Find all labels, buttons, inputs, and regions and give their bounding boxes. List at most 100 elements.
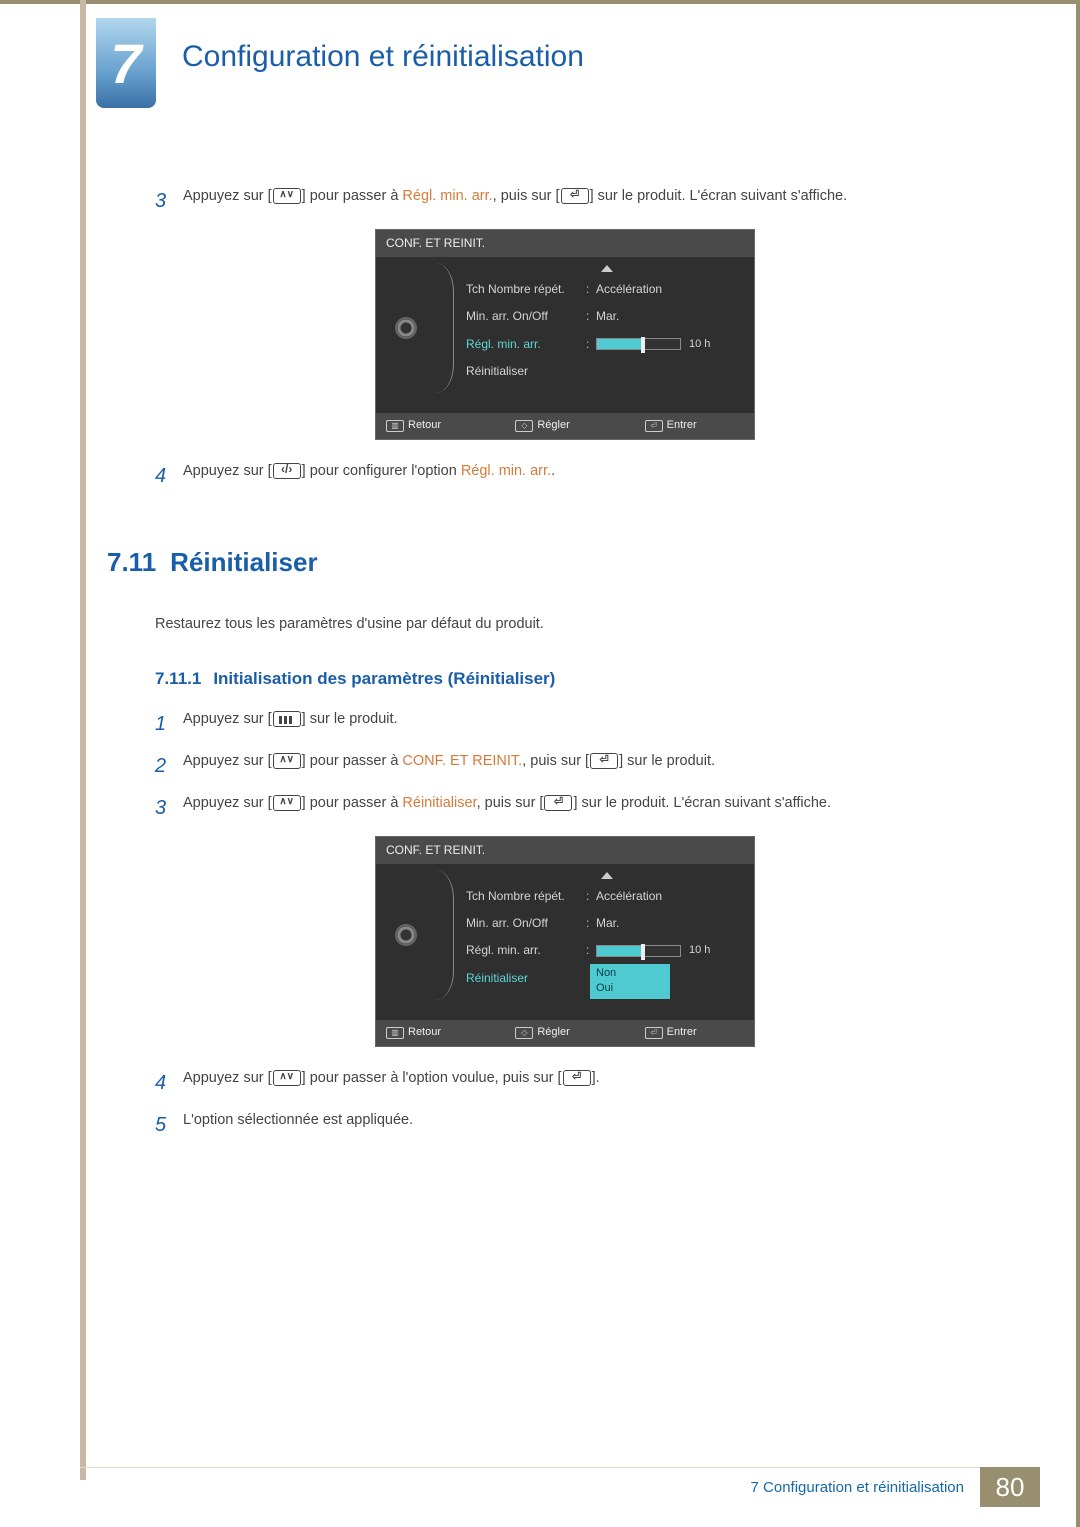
- step-number: 1: [155, 708, 183, 740]
- text: Appuyez sur [: [183, 463, 272, 479]
- arrow-up-icon: [601, 872, 613, 879]
- label: Entrer: [667, 417, 697, 435]
- osd-title: CONF. ET REINIT.: [376, 230, 754, 257]
- text: ] sur le produit.: [302, 711, 398, 727]
- chapter-badge: 7: [96, 18, 156, 108]
- colon: :: [586, 280, 596, 299]
- osd-value: Accélération: [596, 280, 748, 299]
- highlight: Réinitialiser: [402, 795, 476, 811]
- osd-body: Tch Nombre répét. : Accélération Min. ar…: [376, 864, 754, 1020]
- section-description: Restaurez tous les paramètres d'usine pa…: [155, 613, 975, 636]
- step-number: 3: [155, 185, 183, 217]
- label: Entrer: [667, 1024, 697, 1042]
- osd-left-panel: [376, 870, 436, 1000]
- step-text: L'option sélectionnée est appliquée.: [183, 1109, 975, 1141]
- section-heading-7-11: 7.11 Réinitialiser: [107, 542, 975, 584]
- osd-footer-back: ▥Retour: [386, 1024, 485, 1042]
- osd-label: Min. arr. On/Off: [466, 307, 586, 326]
- osd-screenshot-1: CONF. ET REINIT. Tch Nombre répét. : Acc…: [375, 229, 755, 440]
- popup-option-yes: Oui: [596, 981, 664, 996]
- arrow-up-icon: [601, 265, 613, 272]
- step-number: 2: [155, 750, 183, 782]
- text: ] sur le produit. L'écran suivant s'affi…: [573, 795, 831, 811]
- text: ] sur le produit.: [619, 753, 715, 769]
- osd-label-active: Régl. min. arr.: [466, 335, 586, 354]
- osd-label: Tch Nombre répét.: [466, 280, 586, 299]
- enter-icon: [563, 1070, 591, 1086]
- chapter-title: Configuration et réinitialisation: [182, 40, 584, 74]
- osd-title: CONF. ET REINIT.: [376, 837, 754, 864]
- footer-chapter-label: 7 Configuration et réinitialisation: [80, 1467, 980, 1507]
- slider-fill: [597, 946, 643, 956]
- osd-row: Régl. min. arr. : 10 h: [460, 331, 754, 358]
- osd-curve: [436, 870, 454, 1000]
- page-footer: 7 Configuration et réinitialisation 80: [80, 1467, 1040, 1507]
- osd-footer-back: ▥Retour: [386, 417, 485, 435]
- text: ] sur le produit. L'écran suivant s'affi…: [590, 188, 848, 204]
- text: ].: [592, 1070, 600, 1086]
- menu-icon: [273, 711, 301, 727]
- osd-row: Min. arr. On/Off : Mar.: [460, 910, 754, 937]
- popup-option-no: Non: [596, 966, 664, 981]
- text: L'option sélectionnée est appliquée.: [183, 1112, 413, 1128]
- subheading-7-11-1: 7.11.1Initialisation des paramètres (Réi…: [155, 665, 975, 692]
- osd-curve: [436, 263, 454, 393]
- osd-footer-enter: ⏎Entrer: [645, 1024, 744, 1042]
- colon: :: [586, 887, 596, 906]
- slider-value: 10 h: [689, 944, 710, 956]
- osd-screenshot-2: CONF. ET REINIT. Tch Nombre répét. : Acc…: [375, 836, 755, 1047]
- osd-row: Tch Nombre répét. : Accélération: [460, 883, 754, 910]
- leftright-icon: [273, 463, 301, 479]
- label: Retour: [408, 417, 441, 435]
- step-4b: 4 Appuyez sur [] pour passer à l'option …: [155, 1067, 975, 1099]
- label: Retour: [408, 1024, 441, 1042]
- text: Appuyez sur [: [183, 711, 272, 727]
- text: , puis sur [: [493, 188, 560, 204]
- colon: :: [586, 941, 596, 960]
- step-text: Appuyez sur [] pour passer à Réinitialis…: [183, 792, 975, 824]
- osd-row: Réinitialiser: [460, 358, 754, 385]
- osd-label: Réinitialiser: [466, 362, 586, 381]
- colon: :: [586, 914, 596, 933]
- slider-track: [596, 945, 681, 957]
- enter-mini-icon: ⏎: [645, 420, 663, 432]
- osd-popup: Non Oui: [590, 964, 670, 999]
- text: ] pour configurer l'option: [302, 463, 461, 479]
- page-right-border: [1076, 0, 1080, 1527]
- osd-footer: ▥Retour ◇Régler ⏎Entrer: [376, 1020, 754, 1046]
- text: ] pour passer à: [302, 753, 403, 769]
- osd-footer-adjust: ◇Régler: [515, 417, 614, 435]
- osd-menu-list: Tch Nombre répét. : Accélération Min. ar…: [460, 870, 754, 1000]
- osd-left-panel: [376, 263, 436, 393]
- updown-icon: [273, 1070, 301, 1086]
- osd-value-slider: 10 h: [596, 335, 748, 354]
- highlight: CONF. ET REINIT.: [402, 753, 522, 769]
- step-4: 4 Appuyez sur [] pour configurer l'optio…: [155, 460, 975, 492]
- sub-number: 7.11.1: [155, 669, 201, 688]
- enter-icon: [544, 795, 572, 811]
- step-text: Appuyez sur [ ] sur le produit.: [183, 708, 975, 740]
- highlight: Régl. min. arr.: [402, 188, 492, 204]
- step-3: 3 Appuyez sur [] pour passer à Régl. min…: [155, 185, 975, 217]
- updown-icon: [273, 753, 301, 769]
- step-text: Appuyez sur [] pour configurer l'option …: [183, 460, 975, 492]
- section-number: 7.11: [107, 547, 156, 577]
- slider-fill: [597, 339, 643, 349]
- osd-footer: ▥Retour ◇Régler ⏎ Entrer: [376, 413, 754, 439]
- text: Appuyez sur [: [183, 795, 272, 811]
- section-title: Réinitialiser: [170, 547, 317, 577]
- enter-icon: [561, 188, 589, 204]
- osd-row: Min. arr. On/Off : Mar.: [460, 303, 754, 330]
- step-2b: 2 Appuyez sur [] pour passer à CONF. ET …: [155, 750, 975, 782]
- step-3b: 3 Appuyez sur [] pour passer à Réinitial…: [155, 792, 975, 824]
- page-top-border: [0, 0, 1080, 4]
- osd-value: Mar.: [596, 914, 748, 933]
- osd-label: Min. arr. On/Off: [466, 914, 586, 933]
- text: Appuyez sur [: [183, 188, 272, 204]
- step-1b: 1 Appuyez sur [ ] sur le produit.: [155, 708, 975, 740]
- osd-label: Régl. min. arr.: [466, 941, 586, 960]
- colon: :: [586, 307, 596, 326]
- osd-label: Tch Nombre répét.: [466, 887, 586, 906]
- footer-page-number: 80: [980, 1467, 1040, 1507]
- osd-label-active: Réinitialiser: [466, 969, 586, 988]
